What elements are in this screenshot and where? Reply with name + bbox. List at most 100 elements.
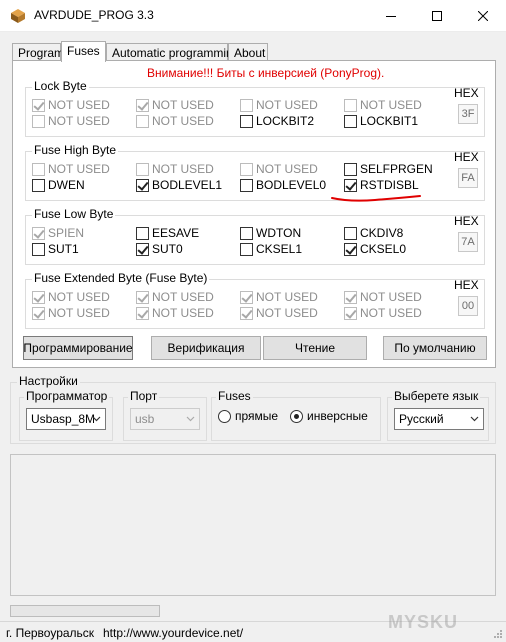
- read-button-label: Чтение: [294, 341, 336, 355]
- fuse-bit-checkbox[interactable]: LOCKBIT2: [240, 114, 314, 128]
- fuse-bit-checkbox: NOT USED: [344, 290, 422, 304]
- maximize-icon: [432, 11, 442, 21]
- port-group: Порт usb: [123, 389, 207, 441]
- status-url: http://www.yourdevice.net/: [103, 626, 244, 640]
- tab-label: Fuses: [67, 44, 100, 58]
- fuse-bit-checkbox: NOT USED: [240, 162, 318, 176]
- fuses-inverse-label: инверсные: [307, 409, 368, 423]
- progress-bar: [10, 605, 160, 617]
- fuse-bit-checkbox[interactable]: DWEN: [32, 178, 85, 192]
- fuse-bit-checkbox: NOT USED: [344, 98, 422, 112]
- fuse-bit-checkbox: SPIEN: [32, 226, 84, 240]
- language-select[interactable]: Русский: [394, 408, 484, 430]
- fuse-bit-checkbox: NOT USED: [136, 114, 214, 128]
- checkbox-checked-icon: [344, 242, 357, 256]
- fuse-bit-checkbox: NOT USED: [32, 162, 110, 176]
- fuse-bit-checkbox: NOT USED: [240, 98, 318, 112]
- fuse-bit-label: NOT USED: [256, 98, 318, 112]
- fuse-bit-checkbox[interactable]: SUT1: [32, 242, 79, 256]
- tab-label: About: [234, 46, 266, 60]
- maximize-button[interactable]: [414, 0, 460, 32]
- language-group: Выберете язык Русский: [387, 389, 489, 441]
- fuse-bit-label: CKSEL0: [360, 242, 407, 256]
- defaults-button[interactable]: По умолчанию: [383, 336, 487, 360]
- checkbox-checked-icon: [344, 306, 357, 320]
- fuse-bit-checkbox: NOT USED: [136, 306, 214, 320]
- close-button[interactable]: [460, 0, 506, 32]
- checkbox-empty-icon: [32, 114, 45, 128]
- fuse-bit-checkbox: NOT USED: [136, 290, 214, 304]
- fuse-bit-label: NOT USED: [48, 162, 110, 176]
- tab-label: Program: [18, 46, 65, 60]
- chevron-down-icon: [186, 416, 195, 422]
- radio-circle: [218, 409, 231, 423]
- checkbox-empty-icon: [240, 114, 253, 128]
- fuse-bit-label: EESAVE: [152, 226, 200, 240]
- fuse-bit-label: SUT0: [152, 242, 183, 256]
- checkbox-checked-icon: [344, 290, 357, 304]
- fuses-panel: Внимание!!! Биты с инверсией (PonyProg).…: [12, 60, 496, 368]
- fuse-bit-checkbox[interactable]: EESAVE: [136, 226, 199, 240]
- fuse-bit-label: NOT USED: [360, 98, 422, 112]
- hex-value-field[interactable]: 3F: [458, 104, 478, 124]
- hex-value-field[interactable]: 00: [458, 296, 478, 316]
- checkbox-checked-icon: [136, 178, 149, 192]
- fuse-bit-checkbox: NOT USED: [136, 98, 214, 112]
- tab-fuses[interactable]: Fuses: [61, 41, 106, 62]
- fuse-bit-checkbox[interactable]: LOCKBIT1: [344, 114, 418, 128]
- fuse-bit-checkbox[interactable]: WDTON: [240, 226, 301, 240]
- close-icon: [478, 11, 488, 21]
- resize-grip-icon[interactable]: [493, 629, 503, 639]
- fuses-inverse-radio[interactable]: инверсные: [290, 409, 368, 423]
- fuse-bit-label: NOT USED: [48, 306, 110, 320]
- tab-label: Automatic programming: [112, 46, 240, 60]
- fuse-bit-checkbox: NOT USED: [32, 114, 110, 128]
- fuse-bit-label: SUT1: [48, 242, 79, 256]
- checkbox-checked-icon: [32, 306, 45, 320]
- checkbox-empty-icon: [240, 178, 253, 192]
- fuse-bit-checkbox[interactable]: BODLEVEL1: [136, 178, 222, 192]
- fuse-bit-label: WDTON: [256, 226, 302, 240]
- read-button[interactable]: Чтение: [263, 336, 367, 360]
- fuse-bit-checkbox[interactable]: CKDIV8: [344, 226, 403, 240]
- checkbox-empty-icon: [344, 226, 357, 240]
- tab-program[interactable]: Program: [12, 43, 65, 61]
- fuse-group: Lock Byte NOT USED NOT USED NOT USED NOT USE…: [25, 79, 485, 137]
- checkbox-checked-icon: [136, 98, 149, 112]
- verify-button[interactable]: Верификация: [151, 336, 261, 360]
- tab-about[interactable]: About: [228, 43, 268, 61]
- fuse-bit-checkbox[interactable]: BODLEVEL0: [240, 178, 326, 192]
- tab-automatic-programming[interactable]: Automatic programming: [106, 43, 239, 61]
- fuse-bit-label: NOT USED: [256, 306, 318, 320]
- hex-value-field[interactable]: 7A: [458, 232, 478, 252]
- minimize-button[interactable]: [368, 0, 414, 32]
- fuses-direct-radio[interactable]: прямые: [218, 409, 278, 423]
- programmer-select[interactable]: Usbasp_8M: [26, 408, 106, 430]
- fuse-bit-label: NOT USED: [48, 98, 110, 112]
- fuse-bit-checkbox[interactable]: CKSEL0: [344, 242, 406, 256]
- fuse-bit-checkbox[interactable]: SELFPRGEN: [344, 162, 433, 176]
- fuse-bit-label: SPIEN: [48, 226, 85, 240]
- program-button-label: Программирование: [23, 341, 133, 355]
- checkbox-checked-icon: [240, 306, 253, 320]
- checkbox-checked-icon: [32, 290, 45, 304]
- window-title: AVRDUDE_PROG 3.3: [34, 8, 154, 22]
- fuse-bit-checkbox: NOT USED: [344, 306, 422, 320]
- fuse-bit-label: DWEN: [48, 178, 85, 192]
- hex-label: HEX: [454, 214, 479, 228]
- fuse-bit-label: NOT USED: [152, 114, 214, 128]
- radio-circle-selected: [290, 409, 303, 423]
- fuse-bit-checkbox[interactable]: SUT0: [136, 242, 183, 256]
- program-button[interactable]: Программирование: [23, 336, 133, 360]
- fuse-group-title: Lock Byte: [32, 79, 89, 93]
- checkbox-checked-icon: [136, 306, 149, 320]
- hex-value-field[interactable]: FA: [458, 168, 478, 188]
- checkbox-empty-icon: [32, 162, 45, 176]
- port-select[interactable]: usb: [130, 408, 200, 430]
- status-city: г. Первоуральск: [6, 626, 95, 640]
- log-output[interactable]: [10, 454, 496, 596]
- fuse-bit-label: SELFPRGEN: [360, 162, 433, 176]
- fuse-bit-checkbox[interactable]: CKSEL1: [240, 242, 302, 256]
- checkbox-empty-icon: [136, 162, 149, 176]
- watermark: MYSKU: [388, 612, 459, 632]
